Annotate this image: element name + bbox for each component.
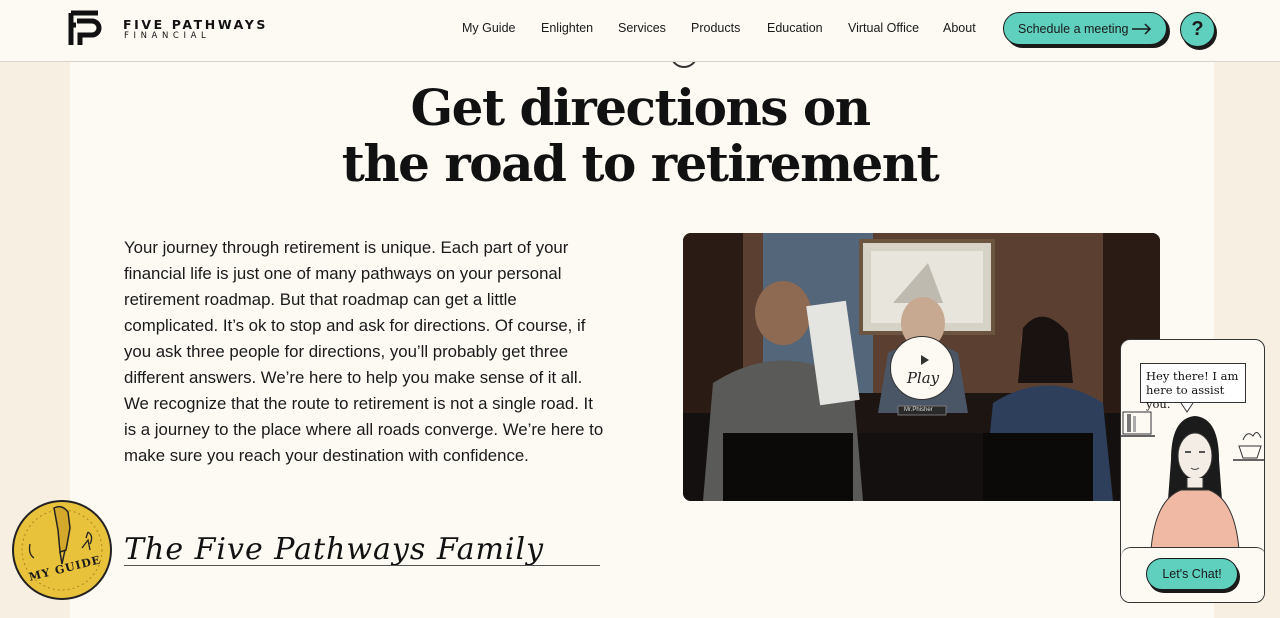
- schedule-meeting-label: Schedule a meeting: [1018, 21, 1129, 36]
- intro-video[interactable]: Mr.Phisher Play: [683, 233, 1160, 501]
- play-icon: [921, 355, 929, 365]
- guide-coin-icon: [12, 500, 112, 600]
- video-play-button[interactable]: Play: [890, 336, 954, 400]
- site-header: FIVE PATHWAYS FINANCIAL My Guide Enlight…: [0, 0, 1280, 62]
- lets-chat-button[interactable]: Let's Chat!: [1146, 558, 1238, 590]
- schedule-meeting-button[interactable]: Schedule a meeting: [1003, 12, 1167, 45]
- help-button[interactable]: ?: [1180, 12, 1215, 47]
- page-title: Get directions on the road to retirement: [340, 80, 940, 192]
- nav-my-guide[interactable]: My Guide: [462, 21, 516, 37]
- nav-enlighten[interactable]: Enlighten: [541, 21, 593, 37]
- video-nameplate: Mr.Phisher: [904, 407, 933, 413]
- signature: The Five Pathways Family: [124, 532, 600, 592]
- chat-footer: Let's Chat!: [1121, 547, 1264, 602]
- nav-products[interactable]: Products: [691, 21, 740, 37]
- nav-services[interactable]: Services: [618, 21, 666, 37]
- brand-name: FIVE PATHWAYS: [123, 17, 269, 32]
- play-label: Play: [906, 369, 940, 387]
- headline-line-1: Get directions on: [410, 78, 871, 137]
- chat-widget[interactable]: Hey there! I am here to assist you. Let'…: [1120, 339, 1265, 603]
- nav-about[interactable]: About: [943, 21, 976, 37]
- nav-education[interactable]: Education: [767, 21, 823, 37]
- brand-logo[interactable]: FIVE PATHWAYS FINANCIAL: [68, 9, 268, 49]
- signature-text: The Five Pathways Family: [124, 532, 545, 567]
- brand-subtitle: FINANCIAL: [124, 31, 211, 41]
- nav-virtual-office[interactable]: Virtual Office: [848, 21, 919, 37]
- my-guide-badge[interactable]: MY GUIDE: [10, 498, 114, 602]
- assistant-avatar-icon: [1121, 402, 1264, 550]
- headline-line-2: the road to retirement: [341, 134, 940, 193]
- fp-logo-icon: [68, 10, 102, 45]
- signature-line: [124, 565, 600, 566]
- intro-paragraph: Your journey through retirement is uniqu…: [124, 238, 604, 465]
- arrow-right-icon: [1132, 23, 1152, 35]
